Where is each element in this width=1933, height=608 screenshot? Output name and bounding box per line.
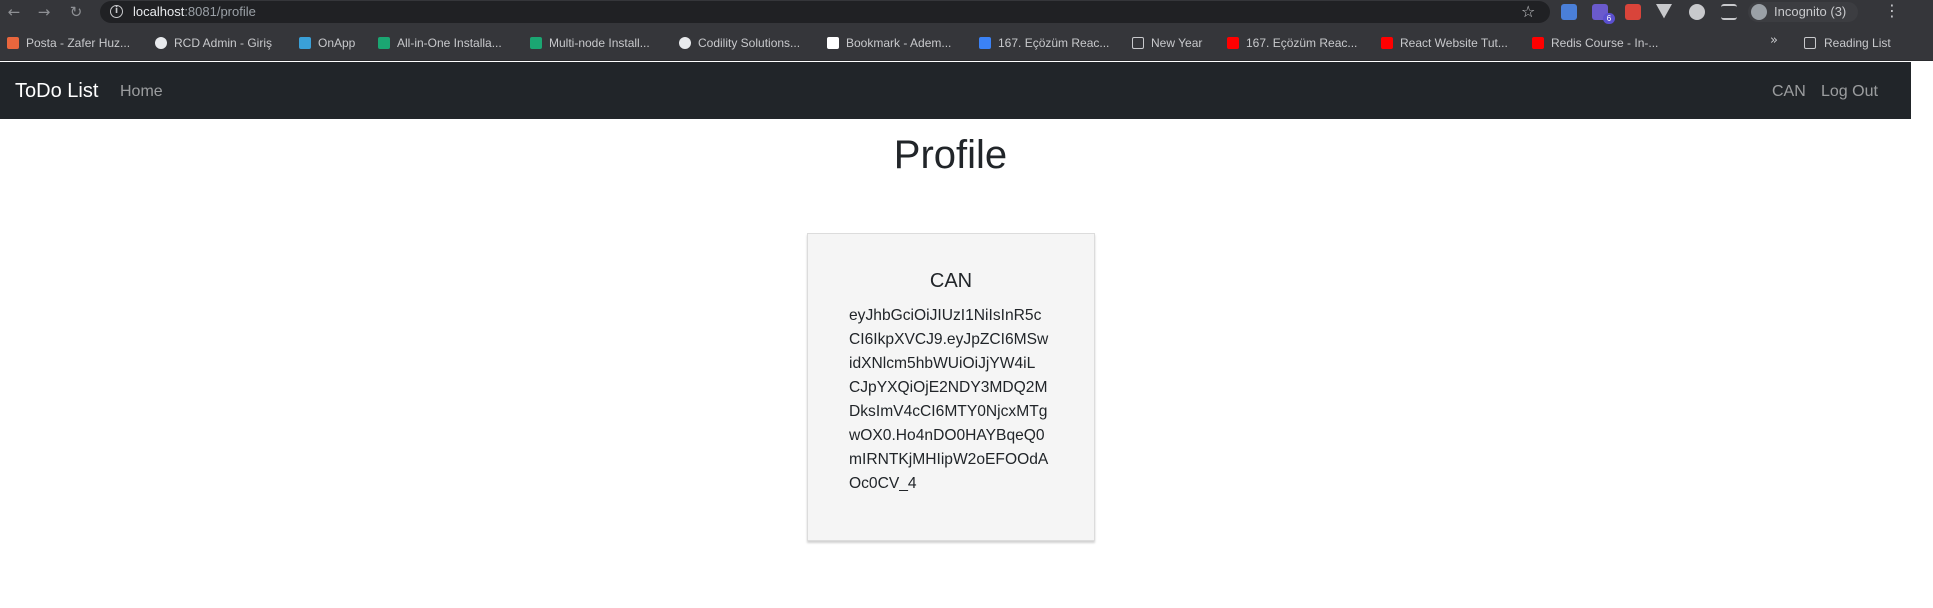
token-line: eyJhbGciOiJIUzI1NiIsInR5c (849, 307, 1042, 324)
bookmark-label: New Year (1151, 36, 1203, 50)
bookmarks-bar: Posta - Zafer Huz... RCD Admin - Giriş O… (0, 25, 1933, 61)
token-line: DksImV4cCI6MTY0NjcxMTg (849, 403, 1048, 420)
bookmark-label: 167. Eçözüm Reac... (998, 36, 1110, 50)
extension-badge: 6 (1603, 13, 1615, 24)
extensions-puzzle-icon[interactable] (1689, 4, 1705, 20)
url-path: :8081/profile (184, 4, 256, 19)
brand-link[interactable]: ToDo List (15, 80, 98, 103)
bookmark-label: Multi-node Install... (549, 36, 650, 50)
back-arrow-icon[interactable]: ← (4, 2, 24, 22)
reload-icon[interactable]: ↻ (66, 2, 86, 22)
globe-icon (155, 37, 167, 49)
cube-icon (530, 37, 542, 49)
bookmark-label: Redis Course - In-... (1551, 36, 1659, 50)
browser-menu-icon[interactable]: ⋮ (1884, 1, 1900, 20)
more-bookmarks-icon[interactable]: » (1770, 33, 1778, 48)
bookmark-label: Bookmark - Adem... (846, 36, 952, 50)
bookmark-label: OnApp (318, 36, 356, 50)
bookmark-item[interactable]: RCD Admin - Giriş (155, 35, 272, 51)
window-edge (1911, 62, 1933, 608)
bookmark-folder[interactable]: New Year (1132, 35, 1202, 51)
list-icon (979, 37, 991, 49)
profile-username: CAN (929, 270, 973, 292)
token-line: mIRNTKjMHIipW2oEFOOdA (849, 451, 1049, 468)
token-line: idXNlcm5hbWUiOiJjYW4iL (849, 355, 1036, 372)
github-icon (679, 37, 691, 49)
page-title: Profile (893, 133, 1008, 177)
youtube-icon (1381, 37, 1393, 49)
onapp-icon (299, 37, 311, 49)
bookmark-item[interactable]: Codility Solutions... (679, 35, 800, 51)
url-host: localhost (133, 4, 185, 19)
bookmark-label: 167. Eçözüm Reac... (1246, 36, 1358, 50)
access-token: eyJhbGciOiJIUzI1NiIsInR5c CI6IkpXVCJ9.ey… (849, 304, 1059, 496)
site-info-icon[interactable]: i (110, 5, 123, 18)
bookmark-item[interactable]: 167. Eçözüm Reac... (979, 35, 1109, 51)
page-icon (827, 37, 839, 49)
mail-icon (7, 37, 19, 49)
app-navbar: ToDo List Home CAN Log Out (0, 62, 1911, 119)
token-line: CI6IkpXVCJ9.eyJpZCI6MSw (849, 331, 1049, 348)
forward-arrow-icon[interactable]: → (34, 2, 54, 22)
bookmark-item[interactable]: OnApp (299, 35, 355, 51)
bookmark-label: Codility Solutions... (698, 36, 801, 50)
token-line: wOX0.Ho4nDO0HAYBqeQ0 (849, 427, 1045, 444)
youtube-icon (1227, 37, 1239, 49)
folder-icon (1132, 37, 1144, 49)
bookmark-item[interactable]: Bookmark - Adem... (827, 35, 951, 51)
translate-extension-icon[interactable] (1561, 4, 1577, 20)
reading-list-label: Reading List (1824, 36, 1891, 50)
bookmark-item[interactable]: Posta - Zafer Huz... (7, 35, 130, 51)
url-text[interactable]: localhost:8081/profile (133, 4, 256, 19)
reading-list-button[interactable]: Reading List (1804, 35, 1891, 51)
bookmark-star-icon[interactable]: ☆ (1521, 2, 1535, 21)
bookmark-item[interactable]: 167. Eçözüm Reac... (1227, 35, 1357, 51)
youtube-icon (1532, 37, 1544, 49)
profile-card: CAN eyJhbGciOiJIUzI1NiIsInR5c CI6IkpXVCJ… (807, 233, 1095, 541)
cube-icon (378, 37, 390, 49)
incognito-icon (1751, 4, 1767, 20)
bookmark-item[interactable]: React Website Tut... (1381, 35, 1508, 51)
vue-devtools-icon[interactable] (1656, 4, 1672, 19)
nav-logout-link[interactable]: Log Out (1821, 83, 1878, 101)
browser-toolbar: ← → ↻ i localhost:8081/profile ☆ 6 Incog… (0, 0, 1933, 25)
bookmark-label: RCD Admin - Giriş (174, 36, 273, 50)
bookmark-item[interactable]: Multi-node Install... (530, 35, 650, 51)
nav-home-link[interactable]: Home (120, 83, 163, 101)
reading-list-icon (1804, 37, 1816, 49)
token-line: Oc0CV_4 (849, 475, 917, 492)
bookmark-label: All-in-One Installa... (397, 36, 502, 50)
incognito-indicator[interactable]: Incognito (3) (1748, 2, 1859, 22)
nav-user-link[interactable]: CAN (1772, 83, 1806, 101)
bookmark-item[interactable]: Redis Course - In-... (1532, 35, 1658, 51)
bookmark-item[interactable]: All-in-One Installa... (378, 35, 502, 51)
token-line: CJpYXQiOjE2NDY3MDQ2M (849, 379, 1048, 396)
bookmark-label: Posta - Zafer Huz... (26, 36, 131, 50)
puzzle-extension-icon[interactable] (1625, 4, 1641, 20)
bookmark-label: React Website Tut... (1400, 36, 1508, 50)
media-controls-icon[interactable] (1721, 4, 1737, 20)
incognito-label: Incognito (3) (1774, 4, 1847, 19)
address-bar[interactable] (100, 1, 1550, 23)
